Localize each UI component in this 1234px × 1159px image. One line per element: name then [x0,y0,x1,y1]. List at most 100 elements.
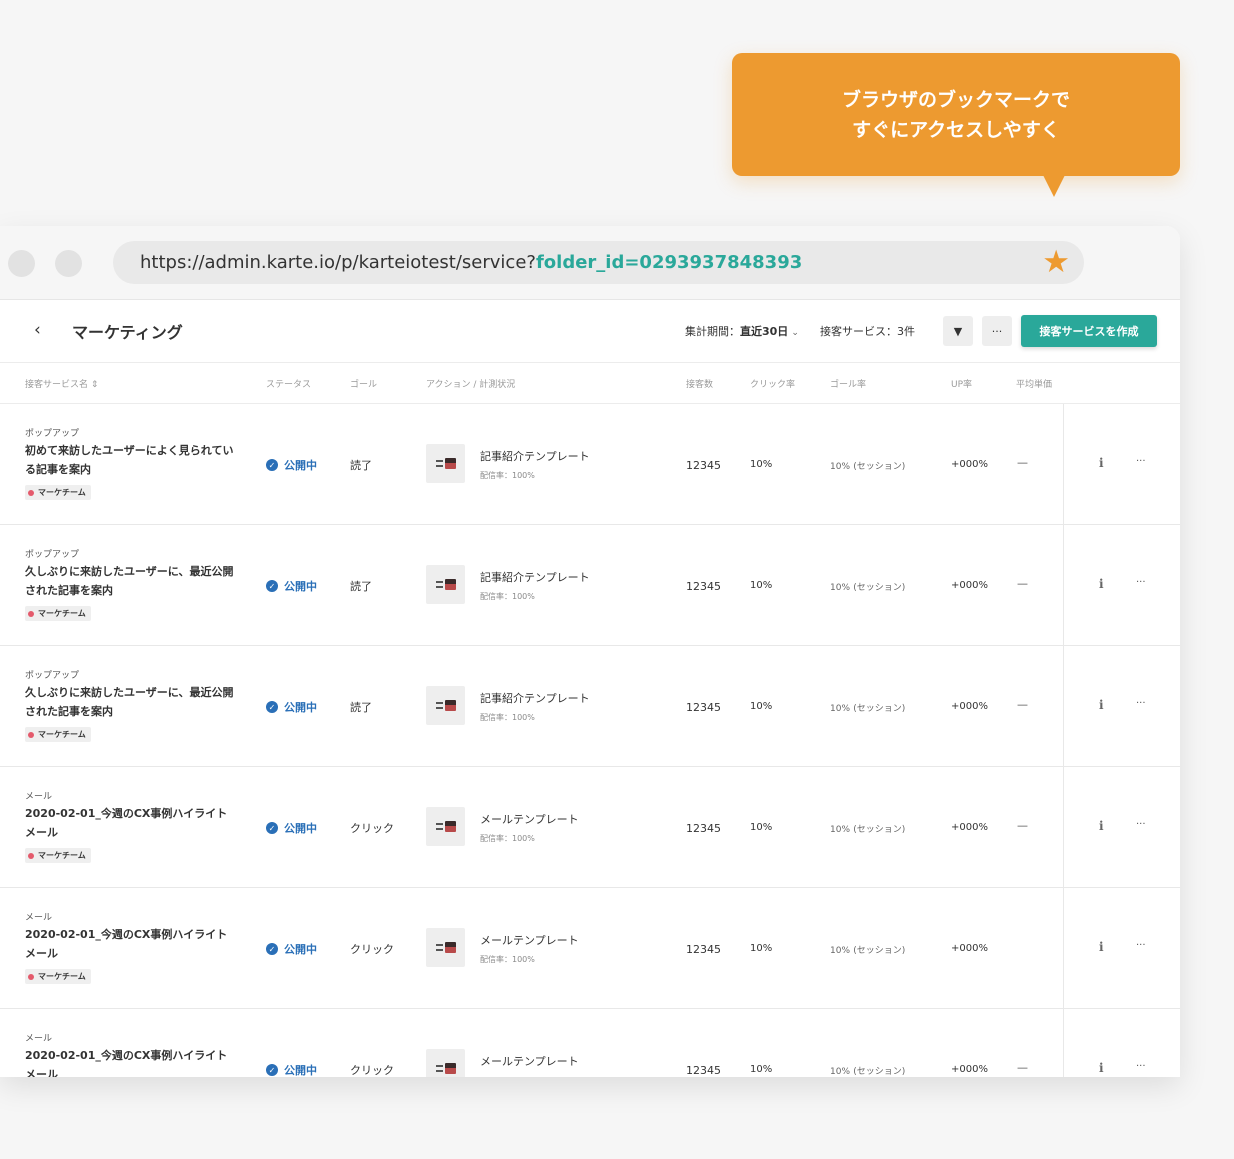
row-more-icon[interactable]: ··· [1136,940,1146,951]
average-price-value: — [1017,819,1028,832]
goal-rate-value: 10% (セッション) [830,1064,905,1077]
filter-button[interactable]: ▼ [943,316,973,346]
address-bar[interactable]: https://admin.karte.io/p/karteiotest/ser… [113,241,1084,284]
team-label: マーケチーム [38,851,86,860]
delivery-rate: 配信率：100% [480,955,535,964]
column-header-name[interactable]: 接客サービス名 ⇕ [25,377,98,390]
service-name[interactable]: 久しぶりに来訪したユーザーに、最近公開された記事を案内 [25,562,235,600]
table-row[interactable]: メール 2020-02-01_今週のCX事例ハイライトメール ✓ 公開中 クリック メール… [0,1009,1180,1077]
team-label: マーケチーム [38,488,86,497]
back-chevron-icon[interactable]: ‹ [34,320,41,340]
info-icon[interactable]: i [1099,940,1104,954]
goal-rate-unit: (セッション) [853,825,906,835]
delivery-rate: 配信率：100% [480,713,535,722]
table-row[interactable]: ポップアップ 久しぶりに来訪したユーザーに、最近公開された記事を案内 マーケチーム ✓… [0,525,1180,646]
table-row[interactable]: メール 2020-02-01_今週のCX事例ハイライトメール マーケチーム ✓ 公開中 ク… [0,888,1180,1009]
more-options-button[interactable]: ··· [982,316,1012,346]
column-header-goal: ゴール [350,380,378,390]
info-icon[interactable]: i [1099,577,1104,591]
service-name[interactable]: 久しぶりに来訪したユーザーに、最近公開された記事を案内 [25,683,235,721]
service-name[interactable]: 2020-02-01_今週のCX事例ハイライトメール [25,1046,235,1077]
average-price-value: — [1017,456,1028,469]
check-icon: ✓ [266,580,278,592]
goal-value: 読了 [350,459,372,472]
column-header-visits: 接客数 [686,380,714,390]
check-icon: ✓ [266,459,278,471]
action-name[interactable]: メールテンプレート [480,1053,579,1069]
goal-rate-unit: (セッション) [853,946,906,956]
visits-value: 12345 [686,943,721,956]
bookmark-tooltip: ブラウザのブックマークで すぐにアクセスしやすく [732,53,1180,176]
team-label: マーケチーム [38,730,86,739]
column-header-goal-rate: ゴール率 [830,380,867,390]
status-badge: ✓ 公開中 [266,1062,317,1077]
star-icon[interactable]: ★ [1042,247,1070,278]
chevron-down-icon: ⌄ [791,328,799,338]
column-header-ctr: クリック率 [750,380,796,390]
goal-value: クリック [350,943,394,956]
goal-rate-number: 10% [830,825,851,835]
goal-value: クリック [350,1064,394,1077]
table-row[interactable]: ポップアップ 久しぶりに来訪したユーザーに、最近公開された記事を案内 マーケチーム ✓… [0,646,1180,767]
goal-rate-value: 10% (セッション) [830,580,905,593]
goal-rate-number: 10% [830,1067,851,1077]
status-badge: ✓ 公開中 [266,699,317,715]
table-row[interactable]: ポップアップ 初めて来訪したユーザーによく見られている記事を案内 マーケチーム ✓ 公開… [0,404,1180,525]
table-row[interactable]: メール 2020-02-01_今週のCX事例ハイライトメール マーケチーム ✓ 公開中 ク… [0,767,1180,888]
period-selector[interactable]: 集計期間：直近30日 ⌄ [685,323,799,339]
average-price-value: — [1017,698,1028,711]
url-base: https://admin.karte.io/p/karteiotest/ser… [140,252,536,273]
status-badge: ✓ 公開中 [266,941,317,957]
goal-rate-unit: (セッション) [853,583,906,593]
row-more-icon[interactable]: ··· [1136,456,1146,467]
up-rate-value: +000% [951,701,988,712]
action-name[interactable]: 記事紹介テンプレート [480,448,590,464]
service-name[interactable]: 2020-02-01_今週のCX事例ハイライトメール [25,925,235,963]
team-tag: マーケチーム [25,606,91,621]
goal-rate-value: 10% (セッション) [830,822,905,835]
column-header-status: ステータス [266,380,312,390]
team-color-dot [28,610,34,617]
column-header-up-rate: UP率 [951,380,973,390]
team-label: マーケチーム [38,609,86,618]
check-icon: ✓ [266,701,278,713]
create-service-button[interactable]: 接客サービスを作成 [1021,315,1157,347]
service-name[interactable]: 2020-02-01_今週のCX事例ハイライトメール [25,804,235,842]
tooltip-tail [1043,175,1065,197]
goal-rate-number: 10% [830,946,851,956]
row-more-icon[interactable]: ··· [1136,819,1146,830]
table-header: 接客サービス名 ⇕ ステータス ゴール アクション / 計測状況 接客数 クリッ… [0,363,1180,404]
tooltip-line-1: ブラウザのブックマークで [841,88,1070,111]
visits-value: 12345 [686,701,721,714]
check-icon: ✓ [266,822,278,834]
column-header-average-price: 平均単価 [1016,380,1053,390]
service-type: ポップアップ [25,429,80,439]
template-thumbnail-icon [426,807,465,846]
browser-window: https://admin.karte.io/p/karteiotest/ser… [0,226,1180,1077]
row-more-icon[interactable]: ··· [1136,1061,1146,1072]
check-icon: ✓ [266,943,278,955]
row-more-icon[interactable]: ··· [1136,577,1146,588]
info-icon[interactable]: i [1099,698,1104,712]
action-name[interactable]: 記事紹介テンプレート [480,569,590,585]
action-name[interactable]: メールテンプレート [480,932,579,948]
status-badge: ✓ 公開中 [266,820,317,836]
window-control-dot[interactable] [55,250,82,277]
service-name[interactable]: 初めて来訪したユーザーによく見られている記事を案内 [25,441,235,479]
goal-value: 読了 [350,580,372,593]
info-icon[interactable]: i [1099,456,1104,470]
row-more-icon[interactable]: ··· [1136,698,1146,709]
delivery-rate: 配信率：100% [480,592,535,601]
period-value: 直近30日 [740,325,789,338]
window-control-dot[interactable] [8,250,35,277]
action-name[interactable]: メールテンプレート [480,811,579,827]
info-icon[interactable]: i [1099,1061,1104,1075]
goal-rate-value: 10% (セッション) [830,459,905,472]
info-icon[interactable]: i [1099,819,1104,833]
status-label: 公開中 [284,701,317,714]
team-color-dot [28,973,34,980]
ctr-value: 10% [750,943,773,954]
action-name[interactable]: 記事紹介テンプレート [480,690,590,706]
team-tag: マーケチーム [25,485,91,500]
column-header-action: アクション / 計測状況 [426,380,516,390]
